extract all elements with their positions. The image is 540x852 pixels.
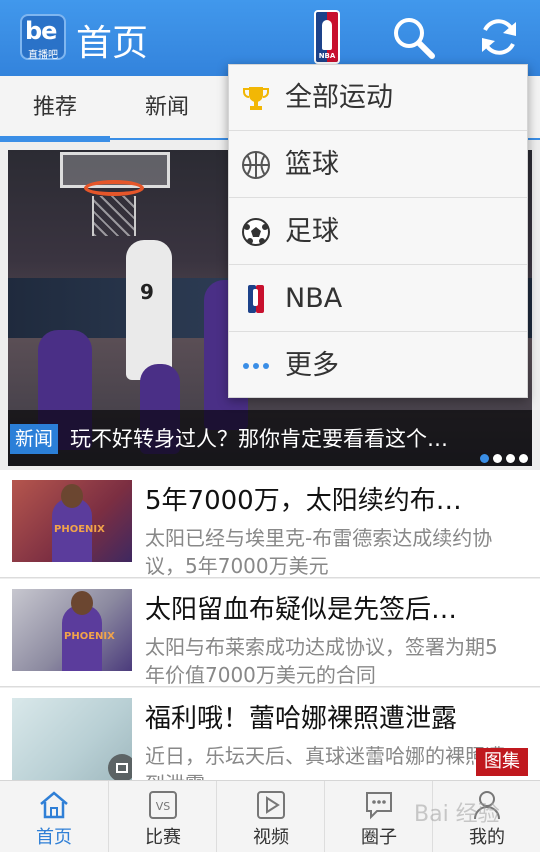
nav-label: 比赛 [145, 827, 181, 848]
refresh-icon [482, 19, 516, 55]
hero-caption[interactable]: 玩不好转身过人？那你肯定要看看这个… [70, 424, 520, 454]
news-headline: 福利哦！蕾哈娜裸照遭泄露 [145, 704, 458, 734]
nba-logo-text: NBA [318, 52, 336, 60]
menu-item-more[interactable]: 更多 [229, 333, 527, 399]
nav-matches[interactable]: VS 比赛 [108, 781, 216, 852]
menu-item-basketball[interactable]: 篮球 [229, 132, 527, 198]
gallery-icon [108, 754, 132, 780]
news-summary: 太阳已经与埃里克-布雷德索达成续约协议，5年7000万美元 [145, 526, 493, 578]
basketball-icon [242, 151, 270, 179]
menu-item-label: NBA [285, 283, 343, 314]
nav-home[interactable]: 首页 [0, 781, 108, 852]
nav-label: 首页 [36, 827, 72, 848]
menu-item-label: 篮球 [285, 149, 339, 180]
carousel-dot[interactable] [480, 454, 489, 463]
news-summary: 近日，乐坛天后、真球迷蕾哈娜的裸照遭到泄露 [145, 744, 505, 780]
refresh-button[interactable] [476, 14, 522, 60]
nav-video[interactable]: 视频 [216, 781, 324, 852]
news-thumbnail: PHOENIX [12, 589, 132, 671]
menu-item-label: 更多 [285, 350, 339, 381]
vs-icon-text: VS [156, 800, 171, 813]
home-icon [40, 791, 68, 819]
hero-player: 9 [126, 240, 172, 380]
tab-news[interactable]: 新闻 [112, 76, 222, 140]
hero-tag: 新闻 [10, 424, 59, 454]
carousel-dot[interactable] [519, 454, 528, 463]
more-dots-icon [243, 363, 269, 369]
carousel-dot[interactable] [506, 454, 515, 463]
search-icon [394, 18, 435, 59]
nba-logo-icon[interactable]: NBA [314, 10, 340, 64]
news-item[interactable]: PHOENIX 5年7000万，太阳续约布… 太阳已经与埃里克-布雷德索达成续约… [0, 470, 540, 578]
news-item[interactable]: 福利哦！蕾哈娜裸照遭泄露 近日，乐坛天后、真球迷蕾哈娜的裸照遭到泄露 [0, 688, 540, 780]
album-badge: 图集 [476, 748, 528, 776]
menu-item-label: 全部运动 [285, 82, 393, 113]
play-icon [257, 791, 285, 819]
search-button[interactable] [390, 14, 436, 60]
news-item[interactable]: PHOENIX 太阳留血布疑似是先签后… 太阳与布莱索成功达成协议，签署为期5年… [0, 579, 540, 687]
news-headline: 5年7000万，太阳续约布… [145, 486, 462, 516]
vs-icon: VS [149, 791, 177, 819]
logo-subtext: 直播吧 [28, 50, 58, 61]
nav-label: 视频 [253, 827, 289, 848]
menu-item-label: 足球 [285, 216, 339, 247]
news-thumbnail [12, 698, 132, 780]
soccer-ball-icon [242, 218, 270, 246]
trophy-icon [243, 87, 269, 110]
logo-text: be [25, 17, 57, 45]
jersey-number: 9 [140, 280, 154, 304]
news-thumbnail: PHOENIX [12, 480, 132, 562]
page-title: 首页 [76, 23, 149, 64]
menu-item-all-sports[interactable]: 全部运动 [229, 65, 527, 131]
carousel-dots [476, 448, 528, 463]
news-summary: 太阳与布莱索成功达成协议，签署为期5年价值7000万美元的合同 [145, 635, 498, 687]
menu-item-nba[interactable]: NBA [229, 266, 527, 332]
tab-recommended[interactable]: 推荐 [0, 76, 110, 142]
sport-filter-dropdown: 全部运动 篮球 足球 NBA 更多 [228, 64, 528, 398]
watermark: Bai 经验 [414, 802, 500, 827]
thumb-jersey-text: PHOENIX [64, 631, 115, 642]
thumb-jersey-text: PHOENIX [54, 524, 105, 535]
menu-item-soccer[interactable]: 足球 [229, 199, 527, 265]
nba-logo-icon [248, 285, 264, 313]
news-headline: 太阳留血布疑似是先签后… [145, 595, 458, 625]
carousel-dot[interactable] [493, 454, 502, 463]
chat-icon [366, 792, 392, 820]
app-logo[interactable]: be 直播吧 [20, 14, 66, 61]
